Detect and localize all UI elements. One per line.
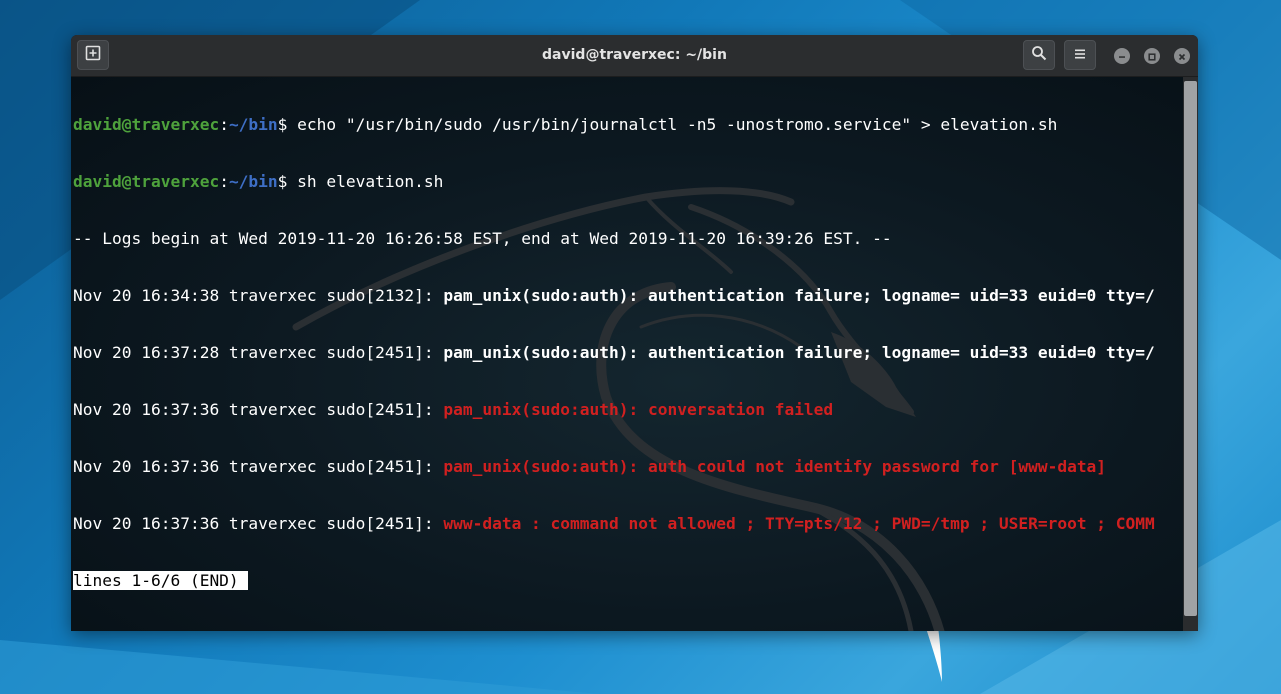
log-line: Nov 20 16:37:36 traverxec sudo[2451]: ww… [73, 514, 1155, 533]
prompt-sign: $ [277, 115, 288, 134]
prompt-path: ~/bin [228, 115, 278, 134]
minimize-icon [1117, 47, 1127, 66]
close-icon [1177, 47, 1187, 66]
maximize-button[interactable] [1144, 48, 1160, 64]
scrollbar-thumb[interactable] [1184, 81, 1197, 616]
log-error-message: pam_unix(sudo:auth): conversation failed [443, 400, 834, 419]
vertical-scrollbar[interactable] [1183, 77, 1198, 631]
log-error-message: pam_unix(sudo:auth): auth could not iden… [443, 457, 1107, 476]
log-prefix: Nov 20 16:37:28 traverxec sudo[2451]: [73, 343, 444, 362]
hamburger-menu-icon [1073, 46, 1087, 65]
command-text: echo "/usr/bin/sudo /usr/bin/journalctl … [287, 115, 1058, 134]
new-tab-icon [85, 45, 101, 65]
search-button[interactable] [1023, 40, 1055, 70]
prompt-user: david@traverxec [73, 115, 220, 134]
new-tab-button[interactable] [77, 40, 109, 70]
terminal-line: david@traverxec:~/bin$ echo "/usr/bin/su… [73, 115, 1155, 134]
pager-line: lines 1-6/6 (END) [73, 571, 1155, 590]
log-line: Nov 20 16:37:36 traverxec sudo[2451]: pa… [73, 400, 1155, 419]
terminal-text: david@traverxec:~/bin$ echo "/usr/bin/su… [73, 77, 1155, 628]
pager-status: lines 1-6/6 (END) [73, 571, 249, 590]
log-line: Nov 20 16:37:36 traverxec sudo[2451]: pa… [73, 457, 1155, 476]
prompt-separator: : [219, 115, 229, 134]
terminal-window: david@traverxec: ~/bin david@traverxec:~… [71, 35, 1198, 631]
log-header: -- Logs begin at Wed 2019-11-20 16:26:58… [73, 229, 892, 248]
terminal-line: david@traverxec:~/bin$ sh elevation.sh [73, 172, 1155, 191]
title-bar[interactable]: david@traverxec: ~/bin [71, 35, 1198, 77]
log-error-message: www-data : command not allowed ; TTY=pts… [443, 514, 1155, 533]
log-prefix: Nov 20 16:37:36 traverxec sudo[2451]: [73, 457, 444, 476]
log-message: pam_unix(sudo:auth): authentication fail… [443, 286, 1155, 305]
prompt-user: david@traverxec [73, 172, 220, 191]
prompt-sign: $ [277, 172, 288, 191]
log-prefix: Nov 20 16:37:36 traverxec sudo[2451]: [73, 514, 444, 533]
prompt-path: ~/bin [228, 172, 278, 191]
command-text: sh elevation.sh [287, 172, 444, 191]
menu-button[interactable] [1064, 40, 1096, 70]
log-line: Nov 20 16:34:38 traverxec sudo[2132]: pa… [73, 286, 1155, 305]
search-icon [1031, 45, 1047, 65]
maximize-icon [1147, 47, 1157, 66]
log-prefix: Nov 20 16:34:38 traverxec sudo[2132]: [73, 286, 444, 305]
terminal-output-area[interactable]: david@traverxec:~/bin$ echo "/usr/bin/su… [71, 77, 1183, 631]
prompt-separator: : [219, 172, 229, 191]
log-line: Nov 20 16:37:28 traverxec sudo[2451]: pa… [73, 343, 1155, 362]
log-message: pam_unix(sudo:auth): authentication fail… [443, 343, 1155, 362]
log-prefix: Nov 20 16:37:36 traverxec sudo[2451]: [73, 400, 444, 419]
minimize-button[interactable] [1114, 48, 1130, 64]
close-button[interactable] [1174, 48, 1190, 64]
